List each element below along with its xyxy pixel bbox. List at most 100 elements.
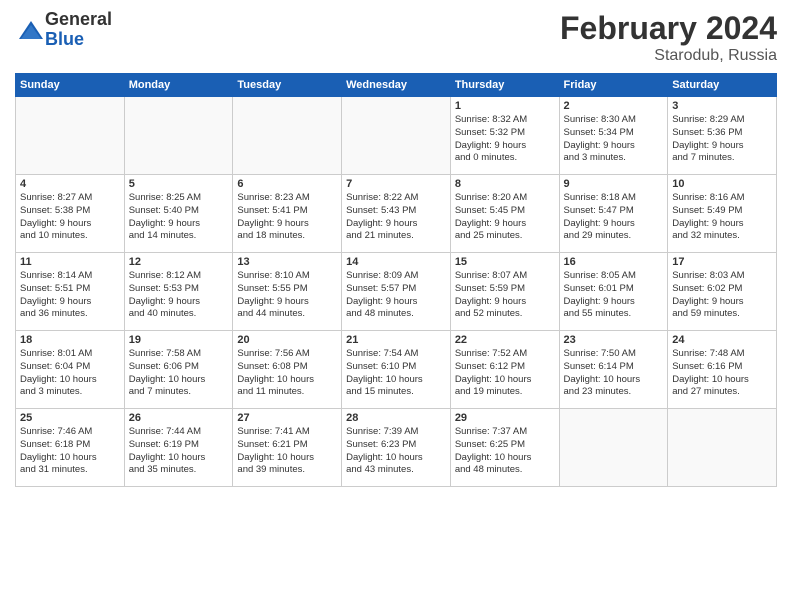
day-info: Sunrise: 7:48 AM Sunset: 6:16 PM Dayligh… bbox=[672, 348, 772, 399]
calendar-cell: 27Sunrise: 7:41 AM Sunset: 6:21 PM Dayli… bbox=[233, 409, 342, 487]
day-number: 28 bbox=[346, 412, 446, 424]
day-number: 2 bbox=[564, 100, 664, 112]
calendar-cell bbox=[16, 97, 125, 175]
calendar-cell: 24 Sunrise: 7:48 AM Sunset: 6:16 PM Dayli… bbox=[668, 331, 777, 409]
day-number: 17 bbox=[672, 256, 772, 268]
weekday-header-row: SundayMondayTuesdayWednesdayThursdayFrid… bbox=[16, 74, 777, 97]
calendar-cell: 15 Sunrise: 8:07 AM Sunset: 5:59 PM Dayli… bbox=[450, 253, 559, 331]
location: Starodub, Russia bbox=[560, 47, 777, 65]
calendar-cell: 23 Sunrise: 7:50 AM Sunset: 6:14 PM Dayli… bbox=[559, 331, 668, 409]
day-info: Sunrise: 8:03 AM Sunset: 6:02 PM Dayligh… bbox=[672, 270, 772, 321]
day-number: 29 bbox=[455, 412, 555, 424]
weekday-header-thursday: Thursday bbox=[450, 74, 559, 97]
calendar-cell: 14Sunrise: 8:09 AM Sunset: 5:57 PM Dayli… bbox=[342, 253, 451, 331]
day-info: Sunrise: 7:37 AM Sunset: 6:25 PM Dayligh… bbox=[455, 426, 555, 477]
day-info: Sunrise: 8:07 AM Sunset: 5:59 PM Dayligh… bbox=[455, 270, 555, 321]
calendar-cell: 16Sunrise: 8:05 AM Sunset: 6:01 PM Dayli… bbox=[559, 253, 668, 331]
day-number: 18 bbox=[20, 334, 120, 346]
calendar-cell: 11 Sunrise: 8:14 AM Sunset: 5:51 PM Dayli… bbox=[16, 253, 125, 331]
day-info: Sunrise: 8:01 AM Sunset: 6:04 PM Dayligh… bbox=[20, 348, 120, 399]
day-number: 25 bbox=[20, 412, 120, 424]
day-info: Sunrise: 8:16 AM Sunset: 5:49 PM Dayligh… bbox=[672, 192, 772, 243]
day-info: Sunrise: 7:52 AM Sunset: 6:12 PM Dayligh… bbox=[455, 348, 555, 399]
day-info: Sunrise: 8:18 AM Sunset: 5:47 PM Dayligh… bbox=[564, 192, 664, 243]
calendar-cell bbox=[559, 409, 668, 487]
day-info: Sunrise: 7:56 AM Sunset: 6:08 PM Dayligh… bbox=[237, 348, 337, 399]
day-number: 22 bbox=[455, 334, 555, 346]
day-info: Sunrise: 8:14 AM Sunset: 5:51 PM Dayligh… bbox=[20, 270, 120, 321]
day-info: Sunrise: 8:10 AM Sunset: 5:55 PM Dayligh… bbox=[237, 270, 337, 321]
day-info: Sunrise: 7:39 AM Sunset: 6:23 PM Dayligh… bbox=[346, 426, 446, 477]
calendar-cell: 28 Sunrise: 7:39 AM Sunset: 6:23 PM Dayli… bbox=[342, 409, 451, 487]
day-number: 4 bbox=[20, 178, 120, 190]
day-number: 16 bbox=[564, 256, 664, 268]
weekday-header-monday: Monday bbox=[124, 74, 233, 97]
week-row-4: 25 Sunrise: 7:46 AM Sunset: 6:18 PM Dayli… bbox=[16, 409, 777, 487]
week-row-0: 1 Sunrise: 8:32 AM Sunset: 5:32 PM Daylig… bbox=[16, 97, 777, 175]
week-row-1: 4 Sunrise: 8:27 AM Sunset: 5:38 PM Daylig… bbox=[16, 175, 777, 253]
day-info: Sunrise: 8:23 AM Sunset: 5:41 PM Dayligh… bbox=[237, 192, 337, 243]
calendar-cell: 21 Sunrise: 7:54 AM Sunset: 6:10 PM Dayli… bbox=[342, 331, 451, 409]
day-number: 10 bbox=[672, 178, 772, 190]
day-number: 1 bbox=[455, 100, 555, 112]
day-number: 21 bbox=[346, 334, 446, 346]
calendar-cell: 26Sunrise: 7:44 AM Sunset: 6:19 PM Dayli… bbox=[124, 409, 233, 487]
calendar: SundayMondayTuesdayWednesdayThursdayFrid… bbox=[15, 73, 777, 487]
calendar-cell bbox=[668, 409, 777, 487]
header: General Blue February 2024 Starodub, Rus… bbox=[15, 10, 777, 65]
day-number: 27 bbox=[237, 412, 337, 424]
day-info: Sunrise: 8:22 AM Sunset: 5:43 PM Dayligh… bbox=[346, 192, 446, 243]
calendar-cell: 22 Sunrise: 7:52 AM Sunset: 6:12 PM Dayli… bbox=[450, 331, 559, 409]
day-number: 11 bbox=[20, 256, 120, 268]
day-number: 23 bbox=[564, 334, 664, 346]
calendar-cell: 9 Sunrise: 8:18 AM Sunset: 5:47 PM Daylig… bbox=[559, 175, 668, 253]
calendar-cell bbox=[342, 97, 451, 175]
day-info: Sunrise: 7:58 AM Sunset: 6:06 PM Dayligh… bbox=[129, 348, 229, 399]
day-number: 3 bbox=[672, 100, 772, 112]
weekday-header-friday: Friday bbox=[559, 74, 668, 97]
calendar-cell: 2 Sunrise: 8:30 AM Sunset: 5:34 PM Daylig… bbox=[559, 97, 668, 175]
day-info: Sunrise: 8:32 AM Sunset: 5:32 PM Dayligh… bbox=[455, 114, 555, 165]
day-number: 7 bbox=[346, 178, 446, 190]
day-number: 9 bbox=[564, 178, 664, 190]
day-number: 8 bbox=[455, 178, 555, 190]
week-row-3: 18 Sunrise: 8:01 AM Sunset: 6:04 PM Dayli… bbox=[16, 331, 777, 409]
day-info: Sunrise: 8:27 AM Sunset: 5:38 PM Dayligh… bbox=[20, 192, 120, 243]
logo-icon bbox=[17, 19, 45, 41]
calendar-cell: 3 Sunrise: 8:29 AM Sunset: 5:36 PM Daylig… bbox=[668, 97, 777, 175]
weekday-header-saturday: Saturday bbox=[668, 74, 777, 97]
day-info: Sunrise: 8:12 AM Sunset: 5:53 PM Dayligh… bbox=[129, 270, 229, 321]
day-number: 13 bbox=[237, 256, 337, 268]
calendar-cell: 4 Sunrise: 8:27 AM Sunset: 5:38 PM Daylig… bbox=[16, 175, 125, 253]
calendar-cell: 29 Sunrise: 7:37 AM Sunset: 6:25 PM Dayli… bbox=[450, 409, 559, 487]
day-info: Sunrise: 8:30 AM Sunset: 5:34 PM Dayligh… bbox=[564, 114, 664, 165]
weekday-header-wednesday: Wednesday bbox=[342, 74, 451, 97]
calendar-cell: 8Sunrise: 8:20 AM Sunset: 5:45 PM Daylig… bbox=[450, 175, 559, 253]
day-info: Sunrise: 7:44 AM Sunset: 6:19 PM Dayligh… bbox=[129, 426, 229, 477]
calendar-cell: 7 Sunrise: 8:22 AM Sunset: 5:43 PM Daylig… bbox=[342, 175, 451, 253]
day-info: Sunrise: 7:54 AM Sunset: 6:10 PM Dayligh… bbox=[346, 348, 446, 399]
logo-text: General Blue bbox=[45, 10, 112, 50]
day-number: 14 bbox=[346, 256, 446, 268]
day-number: 24 bbox=[672, 334, 772, 346]
page: General Blue February 2024 Starodub, Rus… bbox=[0, 0, 792, 612]
calendar-cell: 5Sunrise: 8:25 AM Sunset: 5:40 PM Daylig… bbox=[124, 175, 233, 253]
calendar-cell: 19Sunrise: 7:58 AM Sunset: 6:06 PM Dayli… bbox=[124, 331, 233, 409]
day-info: Sunrise: 7:50 AM Sunset: 6:14 PM Dayligh… bbox=[564, 348, 664, 399]
month-year: February 2024 bbox=[560, 10, 777, 47]
title-block: February 2024 Starodub, Russia bbox=[560, 10, 777, 65]
weekday-header-sunday: Sunday bbox=[16, 74, 125, 97]
day-number: 15 bbox=[455, 256, 555, 268]
calendar-cell: 6 Sunrise: 8:23 AM Sunset: 5:41 PM Daylig… bbox=[233, 175, 342, 253]
day-info: Sunrise: 7:46 AM Sunset: 6:18 PM Dayligh… bbox=[20, 426, 120, 477]
calendar-cell bbox=[124, 97, 233, 175]
calendar-cell bbox=[233, 97, 342, 175]
day-info: Sunrise: 8:29 AM Sunset: 5:36 PM Dayligh… bbox=[672, 114, 772, 165]
calendar-cell: 17 Sunrise: 8:03 AM Sunset: 6:02 PM Dayli… bbox=[668, 253, 777, 331]
calendar-cell: 18 Sunrise: 8:01 AM Sunset: 6:04 PM Dayli… bbox=[16, 331, 125, 409]
calendar-cell: 10 Sunrise: 8:16 AM Sunset: 5:49 PM Dayli… bbox=[668, 175, 777, 253]
day-number: 6 bbox=[237, 178, 337, 190]
calendar-cell: 1 Sunrise: 8:32 AM Sunset: 5:32 PM Daylig… bbox=[450, 97, 559, 175]
calendar-cell: 13 Sunrise: 8:10 AM Sunset: 5:55 PM Dayli… bbox=[233, 253, 342, 331]
calendar-cell: 25 Sunrise: 7:46 AM Sunset: 6:18 PM Dayli… bbox=[16, 409, 125, 487]
